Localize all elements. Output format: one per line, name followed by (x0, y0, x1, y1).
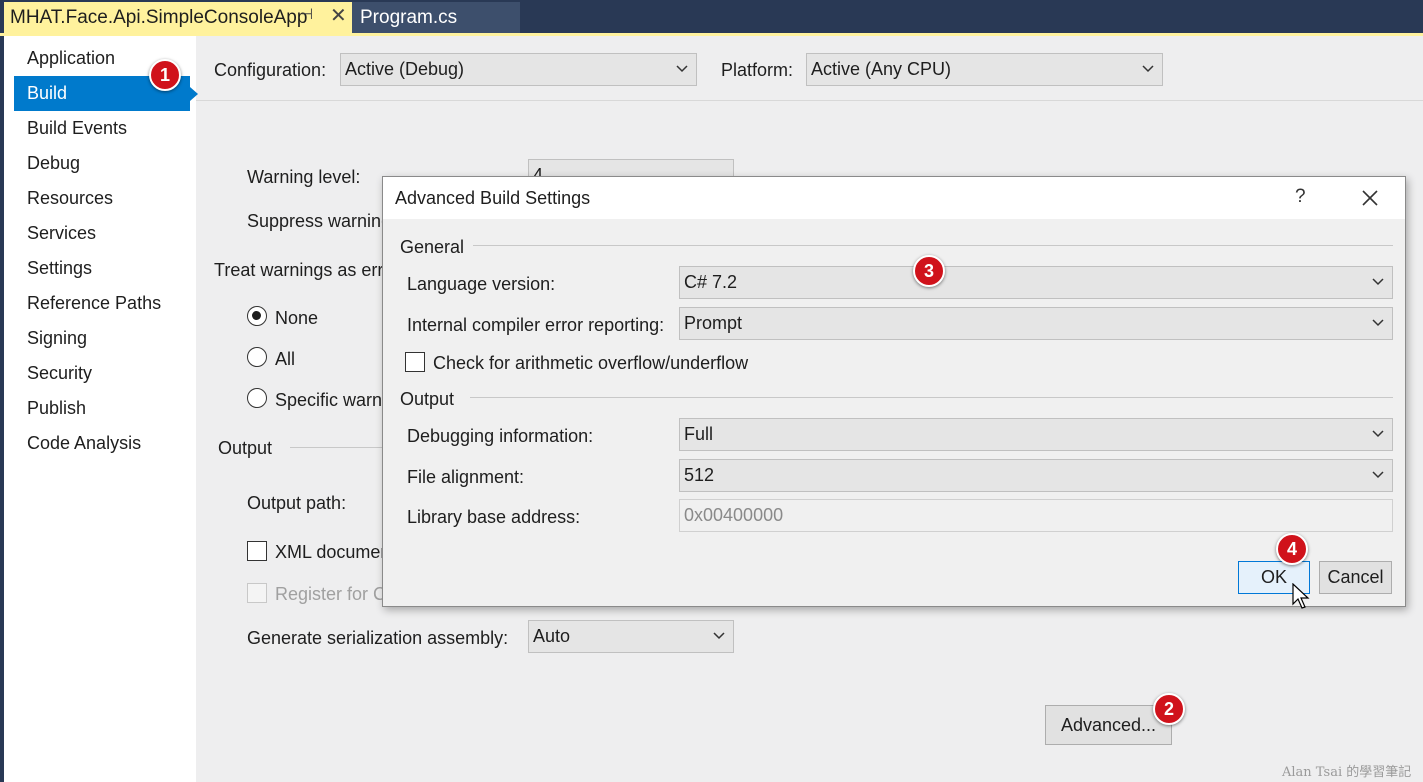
output-section-divider (470, 397, 1393, 398)
sidebar-item-code-analysis[interactable]: Code Analysis (14, 426, 190, 461)
platform-label: Platform: (721, 60, 794, 80)
cancel-button[interactable]: Cancel (1319, 561, 1392, 594)
sidebar-item-signing[interactable]: Signing (14, 321, 190, 356)
debug-info-value: Full (684, 424, 714, 444)
annotation-badge-1: 1 (149, 59, 181, 91)
configuration-label: Configuration: (214, 60, 327, 80)
sidebar-item-security[interactable]: Security (14, 356, 190, 391)
radio-all-label: All (275, 349, 296, 369)
platform-dropdown[interactable]: Active (Any CPU) (806, 53, 1163, 86)
debug-info-dropdown[interactable]: Full (679, 418, 1393, 451)
output-section-title: Output (400, 389, 455, 409)
ice-reporting-dropdown[interactable]: Prompt (679, 307, 1393, 340)
gen-serialization-label: Generate serialization assembly: (247, 628, 509, 648)
pin-icon[interactable]: ⊣ (300, 5, 313, 23)
watermark: Alan Tsai 的學習筆記 (1282, 765, 1412, 780)
configuration-value: Active (Debug) (345, 59, 465, 79)
sidebar-item-settings[interactable]: Settings (14, 251, 190, 286)
treat-warnings-label: Treat warnings as errors (214, 260, 409, 280)
debug-info-label: Debugging information: (407, 426, 594, 446)
sidebar-item-publish[interactable]: Publish (14, 391, 190, 426)
file-alignment-label: File alignment: (407, 467, 525, 487)
ice-reporting-label: Internal compiler error reporting: (407, 315, 665, 335)
ice-reporting-value: Prompt (684, 313, 743, 333)
output-path-label: Output path: (247, 493, 347, 513)
warning-level-label: Warning level: (247, 167, 361, 187)
configuration-dropdown[interactable]: Active (Debug) (340, 53, 697, 86)
register-com-checkbox (247, 583, 267, 603)
library-base-value: 0x00400000 (684, 505, 784, 525)
tab-accent-line (0, 33, 1423, 36)
sidebar-item-resources[interactable]: Resources (14, 181, 190, 216)
annotation-badge-2: 2 (1153, 693, 1185, 725)
output-section-divider (290, 447, 390, 448)
general-section-title: General (400, 237, 465, 257)
header-divider (196, 100, 1423, 101)
sidebar-item-reference-paths[interactable]: Reference Paths (14, 286, 190, 321)
general-section-divider (473, 245, 1393, 246)
radio-specific-warnings[interactable] (247, 388, 267, 408)
help-icon[interactable]: ? (1295, 186, 1306, 208)
tab-program-cs[interactable]: Program.cs (352, 2, 520, 33)
dialog-titlebar: Advanced Build Settings ? (383, 177, 1405, 219)
library-base-field: 0x00400000 (679, 499, 1393, 532)
chevron-down-icon (1372, 317, 1384, 327)
file-alignment-value: 512 (684, 465, 715, 485)
mouse-cursor-icon (1292, 583, 1310, 609)
tab-title: Program.cs (360, 6, 458, 28)
radio-none[interactable] (247, 306, 267, 326)
gen-serialization-dropdown[interactable]: Auto (528, 620, 734, 653)
sidebar-item-debug[interactable]: Debug (14, 146, 190, 181)
xml-doc-checkbox[interactable] (247, 541, 267, 561)
radio-all[interactable] (247, 347, 267, 367)
chevron-down-icon (1142, 63, 1154, 73)
radio-none-label: None (275, 308, 319, 328)
dialog-title: Advanced Build Settings (395, 188, 591, 208)
output-section-title: Output (218, 438, 273, 458)
chevron-down-icon (1372, 469, 1384, 479)
language-version-value: C# 7.2 (684, 272, 738, 292)
close-icon[interactable] (1361, 189, 1379, 207)
overflow-check-label: Check for arithmetic overflow/underflow (433, 353, 749, 373)
chevron-down-icon (1372, 428, 1384, 438)
gen-serialization-value: Auto (533, 626, 571, 646)
language-version-dropdown[interactable]: C# 7.2 (679, 266, 1393, 299)
sidebar-item-build-events[interactable]: Build Events (14, 111, 190, 146)
overflow-check-checkbox[interactable] (405, 352, 425, 372)
sidebar: Application Build Build Events Debug Res… (4, 36, 198, 782)
close-icon[interactable]: ✕ (330, 3, 347, 28)
tab-project-properties[interactable]: MHAT.Face.Api.SimpleConsoleApp ⊣ ✕ (4, 2, 352, 33)
chevron-down-icon (676, 63, 688, 73)
advanced-build-settings-dialog: Advanced Build Settings ? General Langua… (382, 176, 1406, 607)
platform-value: Active (Any CPU) (811, 59, 952, 79)
selected-arrow-icon (190, 87, 198, 101)
language-version-label: Language version: (407, 274, 556, 294)
annotation-badge-3: 3 (913, 255, 945, 287)
tab-title: MHAT.Face.Api.SimpleConsoleApp (10, 6, 308, 28)
sidebar-item-services[interactable]: Services (14, 216, 190, 251)
file-alignment-dropdown[interactable]: 512 (679, 459, 1393, 492)
chevron-down-icon (1372, 276, 1384, 286)
annotation-badge-4: 4 (1276, 533, 1308, 565)
library-base-label: Library base address: (407, 507, 581, 527)
document-tab-bar: MHAT.Face.Api.SimpleConsoleApp ⊣ ✕ Progr… (0, 0, 1423, 33)
chevron-down-icon (713, 630, 725, 640)
